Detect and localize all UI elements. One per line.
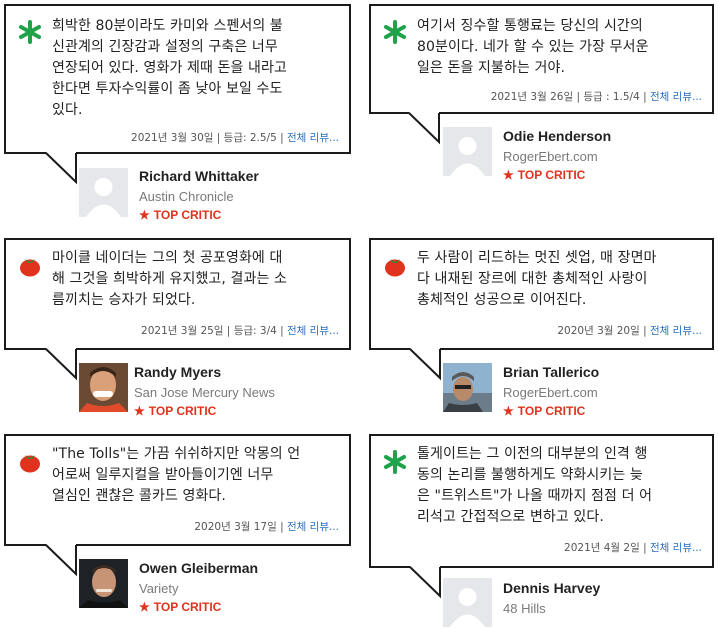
review-meta: 2021년 3월 30일 | 등급: 2.5/5 | 전체 리뷰... — [131, 132, 339, 144]
star-icon: ★ — [139, 208, 150, 222]
avatar[interactable] — [443, 363, 492, 412]
bubble-tail — [45, 152, 77, 185]
publication-name[interactable]: Austin Chronicle — [139, 189, 234, 204]
bubble-tail — [409, 566, 441, 599]
review-date: 2021년 3월 30일 — [131, 132, 214, 144]
critic-name[interactable]: Richard Whittaker — [139, 168, 259, 184]
publication-name[interactable]: RogerEbert.com — [503, 385, 598, 400]
full-review-link[interactable]: 전체 리뷰... — [287, 521, 339, 533]
full-review-link[interactable]: 전체 리뷰... — [287, 325, 339, 337]
avatar[interactable] — [443, 578, 492, 627]
green-splat-icon — [19, 20, 41, 44]
review-rating: 등급 : 1.5/4 — [583, 91, 640, 103]
critic-name[interactable]: Odie Henderson — [503, 128, 611, 144]
review-rating: 등급: 2.5/5 — [223, 132, 277, 144]
review-quote: 두 사람이 리드하는 멋진 셋업, 매 장면마 다 내재된 장르에 대한 총체적인… — [417, 250, 657, 308]
review-quote: 마이클 네이더는 그의 첫 공포영화에 대해 그것을 희박하게 유지했고, 결과… — [52, 250, 287, 308]
review-date: 2021년 3월 25일 — [141, 325, 224, 337]
star-icon: ★ — [503, 168, 514, 182]
bubble-tail — [409, 348, 441, 381]
review-bubble: "The Tolls"는 가끔 쉬쉬하지만 악몽의 언 어로써 일루지컬을 받아들… — [4, 434, 351, 546]
publication-name[interactable]: RogerEbert.com — [503, 149, 598, 164]
review-date: 2021년 3월 26일 — [490, 91, 574, 103]
avatar[interactable] — [79, 168, 128, 217]
review-bubble: 톨게이트는 그 이전의 대부분의 인격 행 동의 논리를 불행하게도 약화시키는 … — [369, 434, 714, 568]
review-date: 2020년 3월 20일 — [557, 325, 640, 337]
review-quote: 희박한 80분이라도 카미와 스펜서의 불 신관계의 긴장감과 설정의 구축은 너… — [52, 18, 287, 118]
review-rating: 등급: 3/4 — [233, 325, 277, 337]
avatar[interactable] — [443, 127, 492, 176]
review-quote: "The Tolls"는 가끔 쉬쉬하지만 악몽의 언 어로써 일루지컬을 받아들… — [52, 446, 301, 504]
full-review-link[interactable]: 전체 리뷰... — [650, 325, 702, 337]
bubble-tail — [45, 348, 77, 381]
bubble-tail — [408, 112, 440, 145]
full-review-link[interactable]: 전체 리뷰... — [650, 91, 702, 103]
top-critic-badge: ★ TOP CRITIC — [139, 208, 222, 222]
review-meta: 2021년 3월 26일 | 등급 : 1.5/4 | 전체 리뷰... — [490, 91, 702, 103]
critic-name[interactable]: Brian Tallerico — [503, 364, 599, 380]
green-splat-icon — [384, 450, 406, 474]
review-bubble: 희박한 80분이라도 카미와 스펜서의 불 신관계의 긴장감과 설정의 구축은 너… — [4, 4, 351, 154]
review-bubble: 여기서 징수할 통행료는 당신의 시간의 80분이다. 네가 할 수 있는 가장 … — [369, 4, 714, 114]
review-meta: 2021년 4월 2일 | 전체 리뷰... — [564, 542, 702, 554]
review-bubble: 두 사람이 리드하는 멋진 셋업, 매 장면마 다 내재된 장르에 대한 총체적인… — [369, 238, 714, 350]
review-bubble: 마이클 네이더는 그의 첫 공포영화에 대해 그것을 희박하게 유지했고, 결과… — [4, 238, 351, 350]
review-date: 2021년 4월 2일 — [564, 542, 640, 554]
star-icon: ★ — [139, 600, 150, 614]
full-review-link[interactable]: 전체 리뷰... — [650, 542, 702, 554]
review-date: 2020년 3월 17일 — [194, 521, 277, 533]
green-splat-icon — [384, 20, 406, 44]
critic-name[interactable]: Randy Myers — [134, 364, 221, 380]
star-icon: ★ — [134, 404, 145, 418]
red-tomato-icon — [20, 455, 40, 473]
star-icon: ★ — [503, 404, 514, 418]
publication-name[interactable]: 48 Hills — [503, 601, 546, 616]
critic-name[interactable]: Dennis Harvey — [503, 580, 600, 596]
review-meta: 2020년 3월 17일 | 전체 리뷰... — [194, 521, 339, 533]
publication-name[interactable]: Variety — [139, 581, 179, 596]
full-review-link[interactable]: 전체 리뷰... — [287, 132, 339, 144]
review-quote: 톨게이트는 그 이전의 대부분의 인격 행 동의 논리를 불행하게도 약화시키는 … — [417, 446, 653, 525]
top-critic-badge: ★ TOP CRITIC — [139, 600, 222, 614]
review-quote: 여기서 징수할 통행료는 당신의 시간의 80분이다. 네가 할 수 있는 가장 … — [417, 18, 649, 76]
avatar[interactable] — [79, 363, 128, 412]
avatar[interactable] — [79, 559, 128, 608]
top-critic-badge: ★ TOP CRITIC — [503, 404, 586, 418]
bubble-tail — [45, 544, 77, 577]
publication-name[interactable]: San Jose Mercury News — [134, 385, 275, 400]
top-critic-badge: ★ TOP CRITIC — [503, 168, 586, 182]
review-meta: 2021년 3월 25일 | 등급: 3/4 | 전체 리뷰... — [141, 325, 339, 337]
top-critic-badge: ★ TOP CRITIC — [134, 404, 217, 418]
red-tomato-icon — [20, 259, 40, 277]
review-meta: 2020년 3월 20일 | 전체 리뷰... — [557, 325, 702, 337]
red-tomato-icon — [385, 259, 405, 277]
critic-name[interactable]: Owen Gleiberman — [139, 560, 258, 576]
